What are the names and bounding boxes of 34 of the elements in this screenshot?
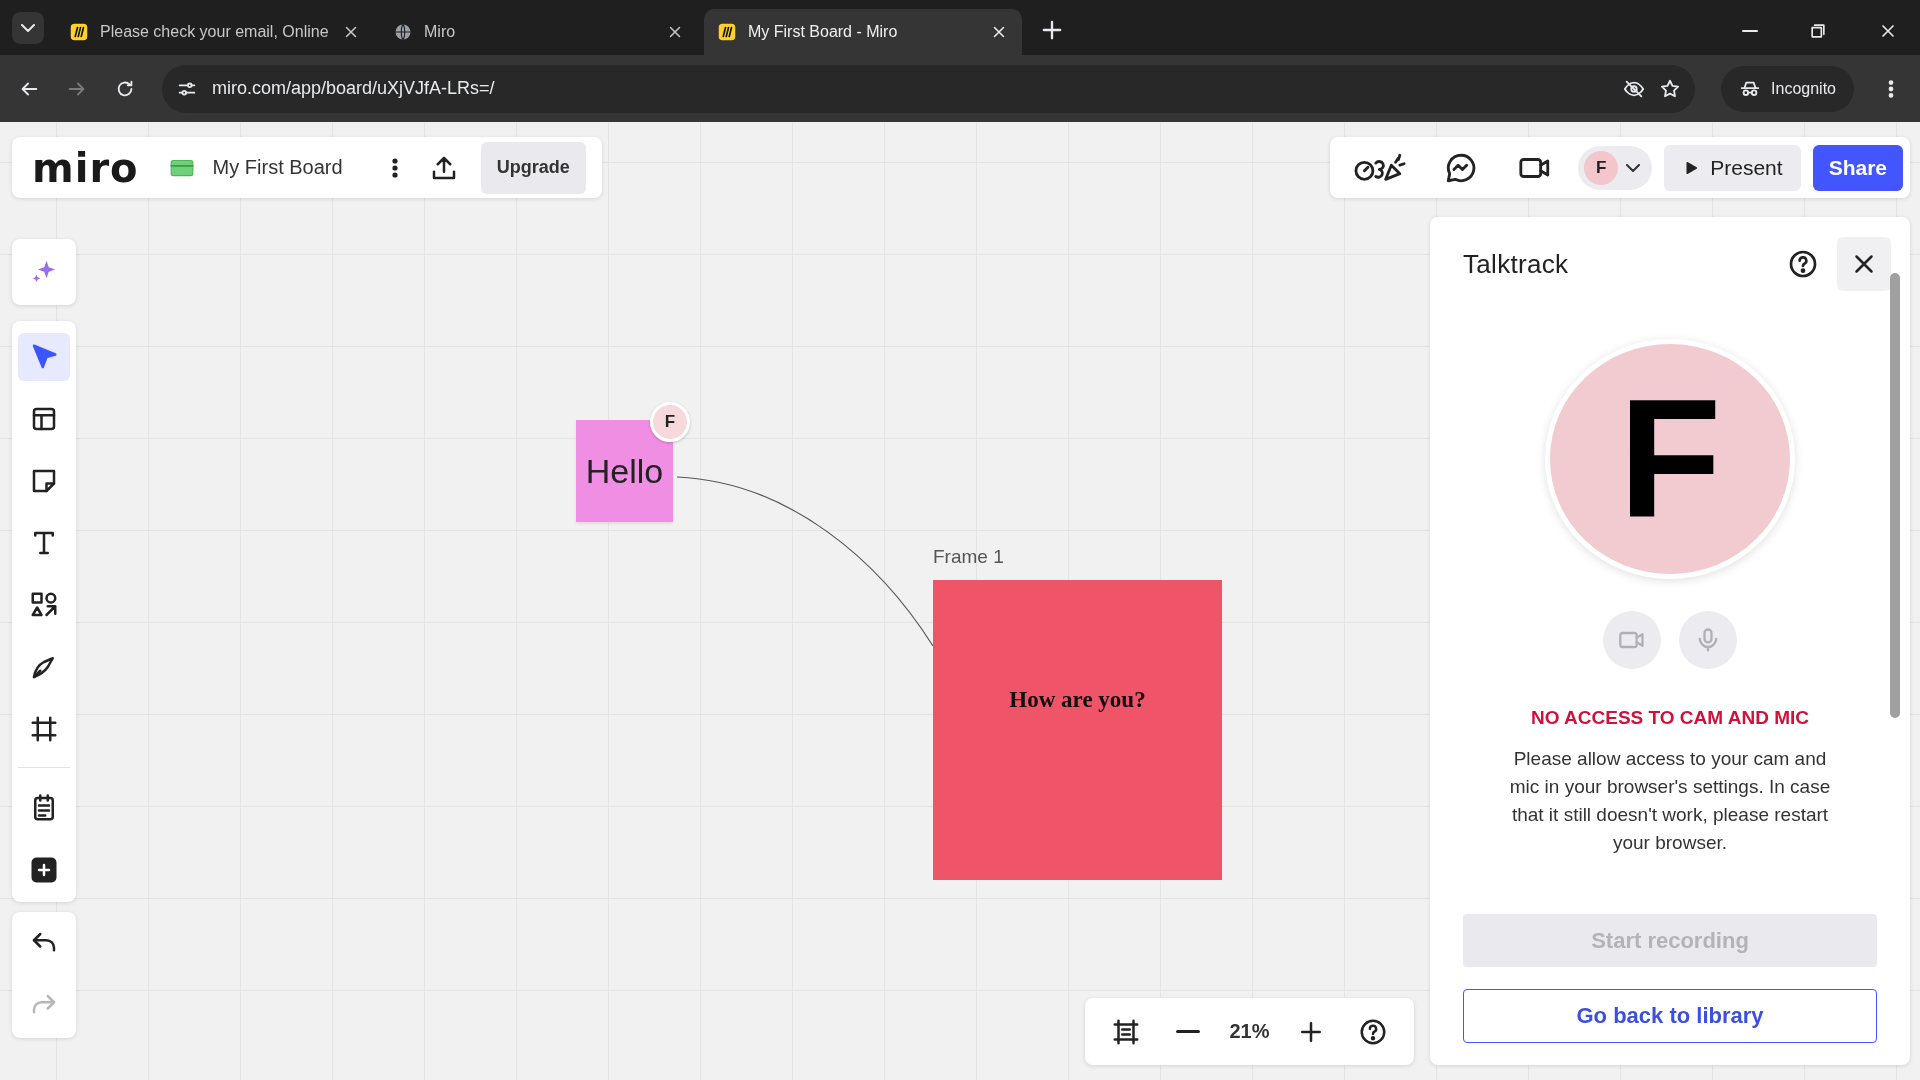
star-icon[interactable] [1659,77,1682,100]
present-button[interactable]: Present [1664,144,1801,191]
profile-chip[interactable]: Incognito [1721,65,1854,112]
share-button[interactable]: Share [1812,144,1903,191]
board-name[interactable]: My First Board [212,156,343,179]
chevron-icon [21,24,35,32]
frame-text: How are you? [1009,687,1146,713]
frame-icon [29,714,59,744]
close-button[interactable] [1837,237,1891,291]
browser-tab[interactable]: My First Board - Miro [704,9,1022,55]
chevron-icon [1626,163,1641,172]
miro-favicon-icon [718,23,736,41]
error-message: Please allow access to your cam and mic in your browser's settings. In case that it still doesn't work, please restart your browser. [1508,747,1832,856]
zoom-level[interactable]: 21% [1229,1020,1270,1043]
error-title: NO ACCESS TO CAM AND MIC [1531,707,1809,730]
browser-tab[interactable]: Miro [380,9,698,55]
minus-icon [1174,1030,1201,1033]
browser-tab[interactable]: Please check your email, Online [56,9,374,55]
address-bar[interactable]: miro.com/app/board/uXjVJfA-LRs=/ [162,64,1696,113]
restore-icon[interactable] [1808,21,1828,41]
profile-label: Incognito [1771,79,1836,98]
panel-title: Talktrack [1463,248,1570,280]
miro-favicon-icon [70,23,88,41]
tab-search-button[interactable] [12,12,44,44]
plus-icon [29,855,59,885]
user-menu[interactable]: F [1578,145,1653,190]
back-to-library-button[interactable]: Go back to library [1463,989,1877,1043]
url-text: miro.com/app/board/uXjVJfA-LRs=/ [212,78,496,99]
frame-label: Frame 1 [933,546,1004,568]
globe-icon [394,23,412,41]
upgrade-button[interactable]: Upgrade [480,141,586,194]
logo: miro [32,144,139,191]
avatar: F [1584,150,1619,185]
help-icon[interactable] [1787,248,1819,280]
